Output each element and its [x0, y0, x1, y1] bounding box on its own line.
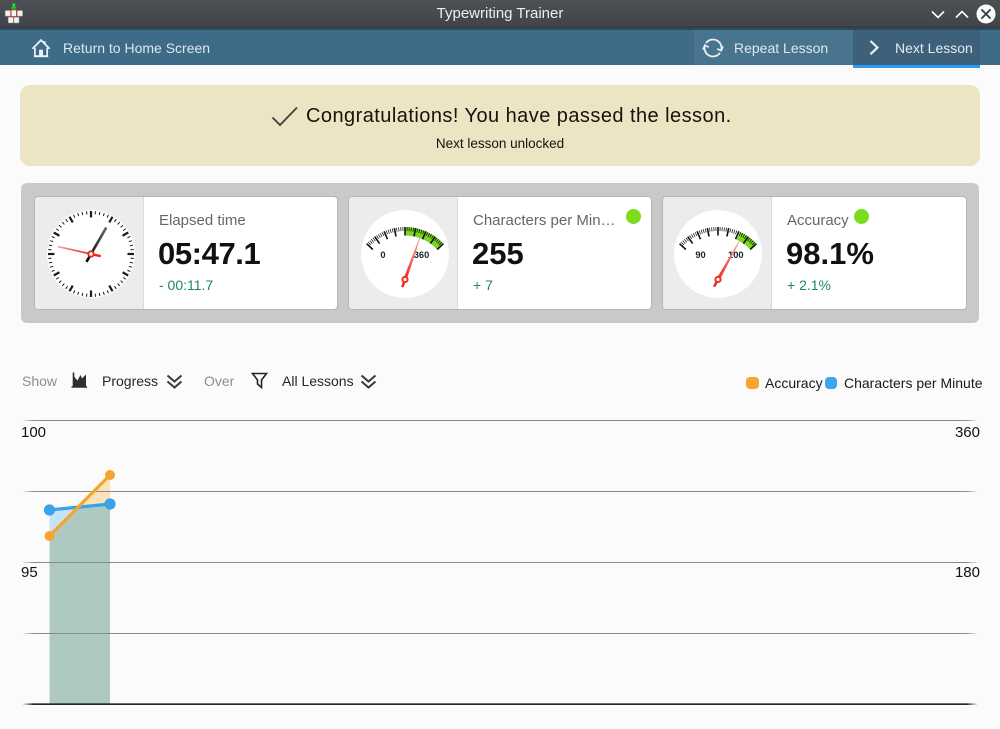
svg-text:100: 100 [21, 424, 46, 441]
svg-text:180: 180 [955, 564, 980, 581]
svg-text:360: 360 [955, 424, 980, 441]
svg-text:360: 360 [414, 250, 430, 260]
svg-text:90: 90 [695, 250, 705, 260]
svg-text:95: 95 [21, 564, 38, 581]
svg-text:0: 0 [380, 250, 385, 260]
